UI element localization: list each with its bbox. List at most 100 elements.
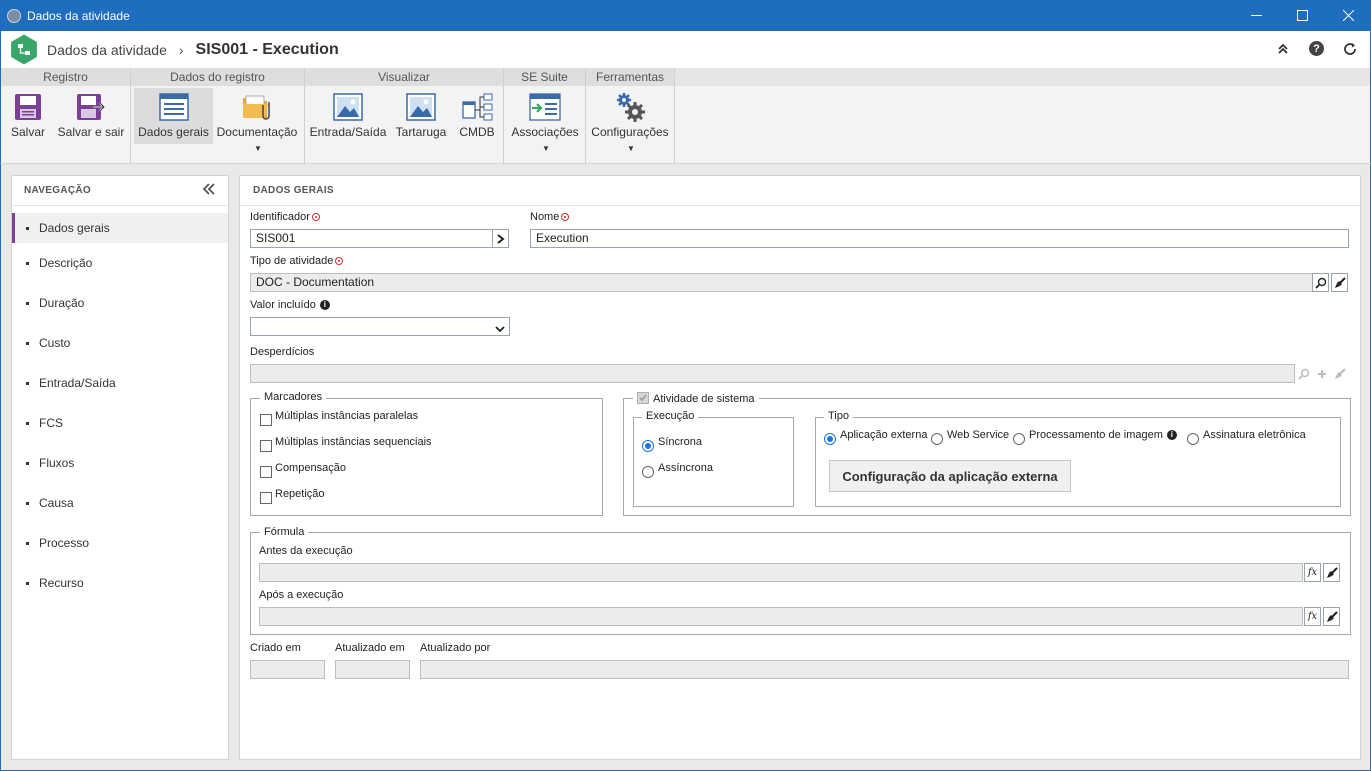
configuracoes-label: Configurações xyxy=(591,125,669,139)
valor-incluido-label: Valor incluído i xyxy=(250,299,330,311)
identificador-label: Identificador xyxy=(250,211,320,223)
multiplas-paralelas-checkbox[interactable] xyxy=(260,414,272,426)
close-button[interactable] xyxy=(1325,0,1371,31)
navigation-panel: NAVEGAÇÃO Dados gerais Descrição Duração… xyxy=(11,175,229,760)
antes-execucao-input[interactable] xyxy=(259,563,1303,582)
association-icon xyxy=(528,91,562,123)
nav-item-processo[interactable]: Processo xyxy=(12,523,228,563)
nav-item-dados-gerais[interactable]: Dados gerais xyxy=(12,213,228,243)
nav-item-custo[interactable]: Custo xyxy=(12,323,228,363)
tipo-atividade-label: Tipo de atividade xyxy=(250,255,344,267)
formula-fx-icon[interactable]: fx xyxy=(1304,607,1321,626)
help-icon[interactable]: ? xyxy=(1309,41,1324,56)
tipo-atividade-input[interactable]: DOC - Documentation xyxy=(250,273,1313,292)
chevron-right-icon[interactable] xyxy=(492,229,509,248)
aplicacao-externa-radio[interactable] xyxy=(824,433,836,445)
configuracoes-button[interactable]: Configurações ▼ xyxy=(591,88,669,153)
atividade-sistema-checkbox[interactable] xyxy=(637,392,649,404)
save-button[interactable]: Salvar xyxy=(7,88,49,144)
save-icon xyxy=(11,91,45,123)
form-list-icon xyxy=(157,91,191,123)
save-button-label: Salvar xyxy=(10,125,45,139)
page-header: Dados da atividade › SIS001 - Execution … xyxy=(0,31,1371,68)
collapse-left-icon[interactable] xyxy=(202,182,216,199)
sincrona-label: Síncrona xyxy=(658,436,703,448)
desperdicios-label: Desperdícios xyxy=(250,346,315,358)
aplicacao-externa-label: Aplicação externa xyxy=(840,429,928,441)
atualizado-em-input xyxy=(335,660,410,679)
app-icon xyxy=(7,8,21,23)
criado-em-input xyxy=(250,660,325,679)
save-and-exit-button[interactable]: Salvar e sair xyxy=(57,88,125,144)
associacoes-label: Associações xyxy=(511,125,579,139)
assincrona-radio[interactable] xyxy=(642,466,654,478)
documentacao-button[interactable]: Documentação ▼ xyxy=(216,88,298,153)
cmdb-button[interactable]: CMDB xyxy=(456,88,498,144)
formula-fx-icon[interactable]: fx xyxy=(1304,563,1321,582)
execucao-legend: Execução xyxy=(642,410,699,422)
add-icon xyxy=(1313,364,1330,383)
required-icon xyxy=(311,213,320,221)
nav-item-causa[interactable]: Causa xyxy=(12,483,228,523)
tartaruga-button[interactable]: Tartaruga xyxy=(394,88,448,144)
minimize-button[interactable] xyxy=(1233,0,1279,31)
criado-em-label: Criado em xyxy=(250,642,301,654)
nome-label: Nome xyxy=(530,211,570,223)
collapse-up-icon[interactable] xyxy=(1273,39,1293,59)
tipo-legend: Tipo xyxy=(824,410,853,422)
desperdicios-input[interactable] xyxy=(250,364,1295,383)
compensacao-label: Compensação xyxy=(275,462,346,474)
assinatura-eletronica-radio[interactable] xyxy=(1187,433,1199,445)
documentacao-label: Documentação xyxy=(216,125,298,139)
marcadores-legend: Marcadores xyxy=(260,391,327,403)
processamento-imagem-radio[interactable] xyxy=(1013,433,1025,445)
web-service-label: Web Service xyxy=(947,429,1010,441)
dados-gerais-panel: DADOS GERAIS Identificador SIS001 Nome E… xyxy=(239,175,1361,760)
network-diagram-icon xyxy=(460,91,494,123)
web-service-radio[interactable] xyxy=(931,433,943,445)
window-titlebar: Dados da atividade xyxy=(0,0,1371,31)
assinatura-eletronica-label: Assinatura eletrônica xyxy=(1203,429,1306,441)
assincrona-label: Assíncrona xyxy=(658,462,714,474)
associacoes-button[interactable]: Associações ▼ xyxy=(510,88,580,153)
nav-item-recurso[interactable]: Recurso xyxy=(12,563,228,603)
refresh-icon[interactable] xyxy=(1340,39,1360,59)
dropdown-caret-icon: ▼ xyxy=(542,144,550,153)
valor-incluido-select[interactable] xyxy=(250,317,510,336)
nav-item-descricao[interactable]: Descrição xyxy=(12,243,228,283)
clear-brush-icon[interactable] xyxy=(1331,273,1348,292)
nome-input[interactable]: Execution xyxy=(530,229,1349,248)
entrada-saida-label: Entrada/Saída xyxy=(309,125,387,139)
compensacao-checkbox[interactable] xyxy=(260,466,272,478)
tartaruga-label: Tartaruga xyxy=(395,125,447,139)
config-aplicacao-externa-button[interactable]: Configuração da aplicação externa xyxy=(829,460,1071,492)
dropdown-caret-icon: ▼ xyxy=(627,144,635,153)
apos-execucao-input[interactable] xyxy=(259,607,1303,626)
entrada-saida-button[interactable]: Entrada/Saída xyxy=(310,88,386,144)
nav-item-duracao[interactable]: Duração xyxy=(12,283,228,323)
search-icon[interactable] xyxy=(1312,273,1329,292)
chevron-down-icon xyxy=(495,322,505,336)
clear-brush-icon[interactable] xyxy=(1323,607,1340,626)
nav-item-label: Dados gerais xyxy=(39,221,110,235)
page-title: SIS001 - Execution xyxy=(195,40,339,58)
antes-execucao-label: Antes da execução xyxy=(259,545,353,557)
required-icon xyxy=(335,257,344,265)
nav-item-label: Recurso xyxy=(39,576,84,590)
nav-item-label: Causa xyxy=(39,496,74,510)
atualizado-por-input xyxy=(420,660,1349,679)
nav-item-fcs[interactable]: FCS xyxy=(12,403,228,443)
dados-gerais-label: Dados gerais xyxy=(138,125,209,139)
identificador-input[interactable]: SIS001 xyxy=(250,229,493,248)
required-icon xyxy=(561,213,570,221)
repeticao-checkbox[interactable] xyxy=(260,492,272,504)
nav-item-entrada-saida[interactable]: Entrada/Saída xyxy=(12,363,228,403)
sincrona-radio[interactable] xyxy=(642,440,654,452)
window-controls xyxy=(1233,0,1371,31)
maximize-button[interactable] xyxy=(1279,0,1325,31)
clear-brush-icon xyxy=(1331,364,1348,383)
nav-item-fluxos[interactable]: Fluxos xyxy=(12,443,228,483)
clear-brush-icon[interactable] xyxy=(1323,563,1340,582)
multiplas-sequenciais-checkbox[interactable] xyxy=(260,440,272,452)
dados-gerais-button[interactable]: Dados gerais xyxy=(134,88,213,144)
